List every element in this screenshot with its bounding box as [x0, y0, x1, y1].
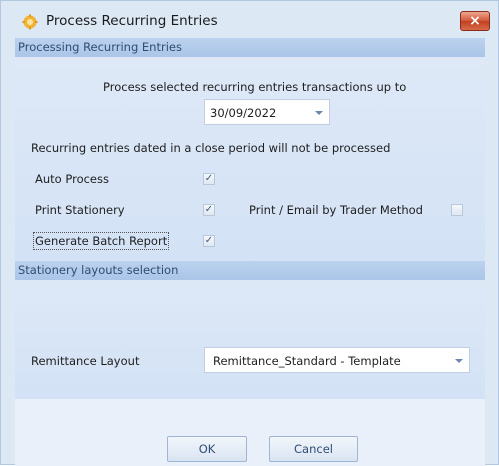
print-stationery-label: Print Stationery [35, 203, 125, 217]
chevron-down-icon[interactable] [315, 111, 323, 115]
remittance-layout-select[interactable]: Remittance_Standard - Template [204, 347, 470, 373]
process-prompt-label: Process selected recurring entries trans… [103, 80, 407, 94]
close-period-warning: Recurring entries dated in a close perio… [31, 141, 391, 155]
generate-batch-report-label: Generate Batch Report [32, 232, 170, 250]
remittance-layout-label: Remittance Layout [31, 354, 140, 368]
title-bar: Process Recurring Entries × [1, 1, 498, 38]
process-date-value: 30/09/2022 [210, 106, 277, 120]
ok-button[interactable]: OK [167, 436, 247, 462]
processing-panel: Processing Recurring Entries Process sel… [15, 38, 485, 262]
print-stationery-checkbox[interactable]: ✓ [203, 204, 215, 216]
stationery-panel-header: Stationery layouts selection [15, 261, 485, 280]
gear-icon [22, 14, 38, 30]
close-button[interactable]: × [460, 11, 490, 31]
chevron-down-icon[interactable] [455, 359, 463, 363]
process-date-picker[interactable]: 30/09/2022 [204, 99, 330, 125]
print-email-trader-checkbox[interactable] [451, 204, 463, 216]
window-title: Process Recurring Entries [46, 13, 218, 29]
close-icon: × [469, 13, 481, 29]
process-recurring-entries-dialog: Process Recurring Entries × Processing R… [0, 0, 499, 466]
remittance-layout-value: Remittance_Standard - Template [213, 354, 401, 368]
dialog-body: Processing Recurring Entries Process sel… [15, 38, 485, 466]
stationery-panel: Stationery layouts selection Remittance … [15, 261, 485, 399]
auto-process-checkbox[interactable]: ✓ [203, 173, 215, 185]
processing-panel-header: Processing Recurring Entries [15, 38, 485, 57]
print-email-trader-label: Print / Email by Trader Method [249, 203, 423, 217]
cancel-button[interactable]: Cancel [269, 436, 358, 462]
generate-batch-report-checkbox[interactable]: ✓ [203, 235, 215, 247]
auto-process-label: Auto Process [35, 172, 109, 186]
